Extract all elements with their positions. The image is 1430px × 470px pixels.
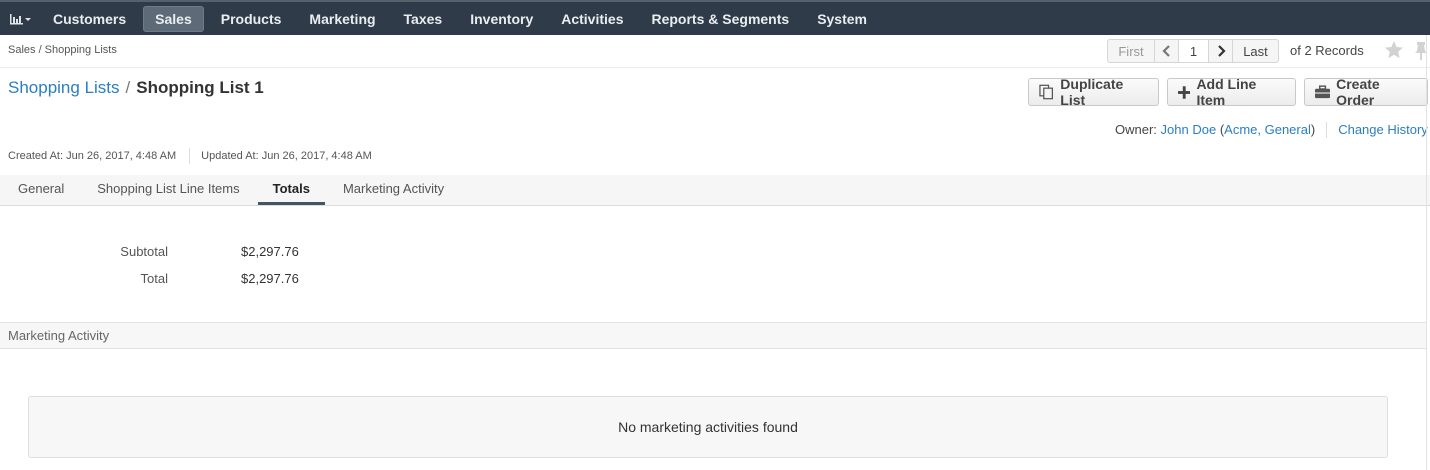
caret-down-icon bbox=[25, 17, 31, 21]
tab-shopping-list-line-items[interactable]: Shopping List Line Items bbox=[82, 175, 254, 205]
nav-reports-segments[interactable]: Reports & Segments bbox=[640, 7, 800, 31]
pager-current-input[interactable]: 1 bbox=[1179, 39, 1209, 63]
meta-divider bbox=[189, 148, 191, 164]
star-icon[interactable] bbox=[1384, 40, 1404, 60]
change-history-link[interactable]: Change History bbox=[1338, 122, 1428, 138]
owner-label: Owner: bbox=[1115, 122, 1157, 137]
owner-divider bbox=[1326, 122, 1328, 138]
created-at: Created At: Jun 26, 2017, 4:48 AM bbox=[8, 150, 177, 162]
breadcrumb-bar: Sales / Shopping Lists First 1 Last of 2… bbox=[0, 35, 1430, 68]
subtotal-row: Subtotal $2,297.76 bbox=[0, 238, 299, 265]
chevron-right-icon bbox=[1217, 45, 1226, 57]
scrollbar-track[interactable] bbox=[1426, 35, 1430, 470]
top-navigation: Customers Sales Products Marketing Taxes… bbox=[0, 0, 1430, 35]
breadcrumb: Sales / Shopping Lists bbox=[8, 44, 117, 56]
updated-at: Updated At: Jun 26, 2017, 4:48 AM bbox=[201, 150, 372, 162]
pager-first-button[interactable]: First bbox=[1107, 39, 1155, 63]
record-dates: Created At: Jun 26, 2017, 4:48 AM Update… bbox=[8, 148, 372, 164]
page-title: Shopping Lists / Shopping List 1 bbox=[8, 78, 264, 98]
total-label: Total bbox=[140, 271, 168, 286]
chevron-left-icon bbox=[1161, 45, 1170, 57]
total-row: Total $2,297.76 bbox=[0, 265, 299, 292]
nav-products[interactable]: Products bbox=[210, 7, 293, 31]
tab-general[interactable]: General bbox=[3, 175, 79, 205]
nav-inventory[interactable]: Inventory bbox=[459, 7, 544, 31]
chart-icon bbox=[10, 13, 31, 24]
plus-icon bbox=[1178, 85, 1191, 99]
records-count: of 2 Records bbox=[1290, 43, 1364, 58]
nav-system[interactable]: System bbox=[806, 7, 878, 31]
owner-org-close: ) bbox=[1310, 122, 1316, 137]
subtotal-label: Subtotal bbox=[120, 244, 168, 259]
title-current: Shopping List 1 bbox=[136, 78, 264, 97]
pager-prev-button[interactable] bbox=[1155, 39, 1179, 63]
nav-activities[interactable]: Activities bbox=[550, 7, 634, 31]
owner-name-link[interactable]: John Doe bbox=[1161, 122, 1217, 138]
add-line-item-button[interactable]: Add Line Item bbox=[1167, 76, 1296, 108]
subtotal-value: $2,297.76 bbox=[241, 244, 299, 259]
record-pager: First 1 Last bbox=[1107, 39, 1279, 63]
total-value: $2,297.76 bbox=[241, 271, 299, 286]
owner-info: Owner: John Doe (Acme, General) Change H… bbox=[1115, 122, 1428, 138]
create-order-button[interactable]: Create Order bbox=[1304, 76, 1428, 108]
title-parent-link[interactable]: Shopping Lists bbox=[8, 78, 120, 97]
marketing-activity-heading: Marketing Activity bbox=[0, 322, 1426, 349]
add-line-item-label: Add Line Item bbox=[1196, 76, 1257, 108]
nav-customers[interactable]: Customers bbox=[42, 7, 137, 31]
duplicate-list-button[interactable]: Duplicate List bbox=[1028, 76, 1159, 108]
duplicate-list-label: Duplicate List bbox=[1060, 76, 1124, 108]
owner-organization-link[interactable]: Acme, General bbox=[1224, 122, 1311, 138]
section-tabs: General Shopping List Line Items Totals … bbox=[0, 175, 1430, 206]
title-separator: / bbox=[125, 78, 131, 97]
pager-next-button[interactable] bbox=[1209, 39, 1233, 63]
totals-table: Subtotal $2,297.76 Total $2,297.76 bbox=[0, 238, 299, 292]
pager-last-button[interactable]: Last bbox=[1233, 39, 1279, 63]
tab-totals[interactable]: Totals bbox=[257, 175, 325, 205]
no-activities-message: No marketing activities found bbox=[28, 396, 1388, 458]
action-buttons: Duplicate List Add Line Item Create Orde… bbox=[1028, 76, 1428, 108]
copy-icon bbox=[1039, 84, 1053, 100]
create-order-label: Create Order bbox=[1336, 76, 1380, 108]
briefcase-icon bbox=[1315, 85, 1331, 99]
nav-sales[interactable]: Sales bbox=[143, 5, 204, 32]
tab-marketing-activity[interactable]: Marketing Activity bbox=[328, 175, 459, 205]
nav-taxes[interactable]: Taxes bbox=[393, 7, 454, 31]
nav-marketing[interactable]: Marketing bbox=[298, 7, 386, 31]
dashboard-menu-button[interactable] bbox=[0, 2, 42, 35]
